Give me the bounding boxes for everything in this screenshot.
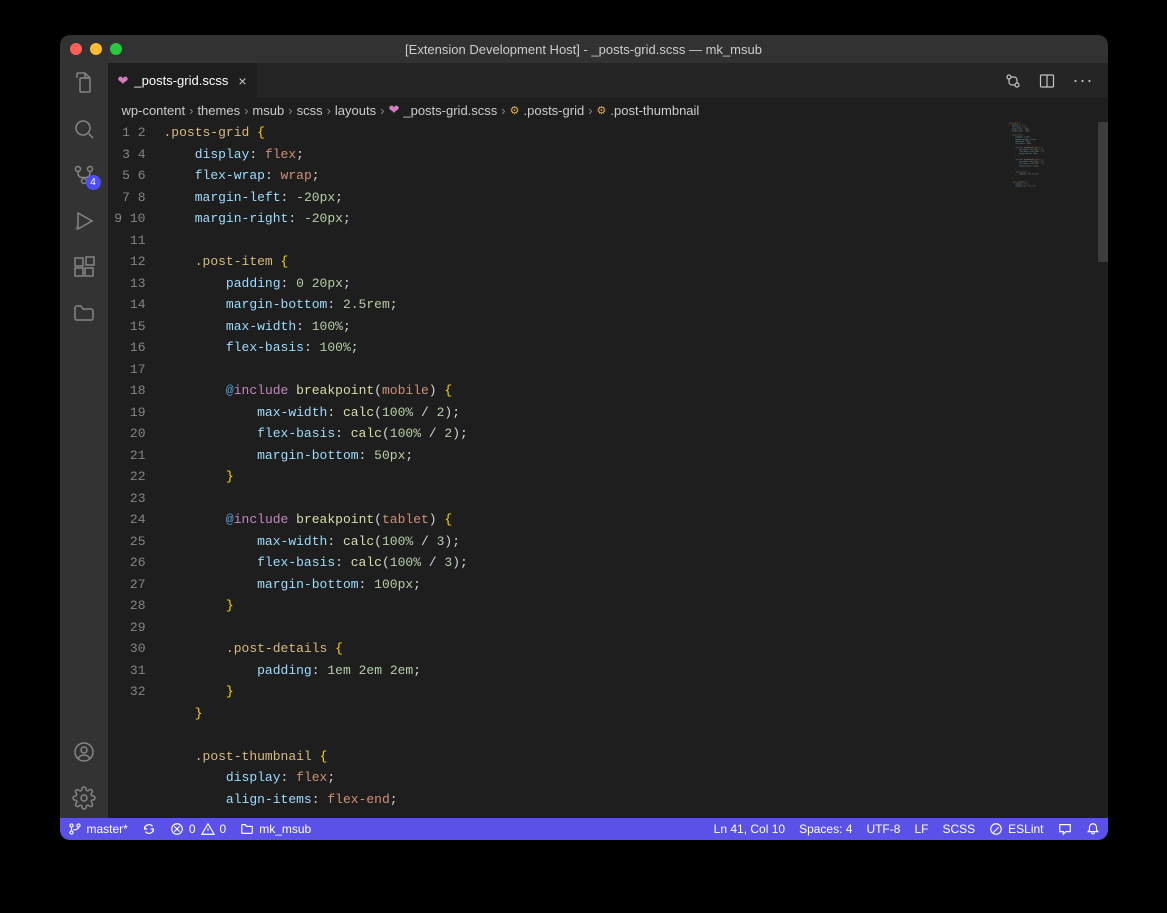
more-actions-icon[interactable]: ··· <box>1073 70 1094 91</box>
folder-icon[interactable] <box>72 301 96 325</box>
editor-split: 1 2 3 4 5 6 7 8 9 10 11 12 13 14 15 16 1… <box>108 122 1108 818</box>
folder-status[interactable]: mk_msub <box>240 822 311 836</box>
scm-badge: 4 <box>86 175 101 190</box>
cursor-position-status[interactable]: Ln 41, Col 10 <box>714 822 785 836</box>
traffic-lights <box>70 43 122 55</box>
breadcrumb-item[interactable]: scss <box>297 103 323 118</box>
code-editor[interactable]: .posts-grid { display: flex; flex-wrap: … <box>164 122 1008 818</box>
breadcrumb-item[interactable]: msub <box>252 103 284 118</box>
chevron-right-icon: › <box>380 103 384 118</box>
symbol-icon: ⚙ <box>510 104 520 117</box>
compare-changes-icon[interactable] <box>1005 73 1021 89</box>
breadcrumb-item[interactable]: wp-content <box>122 103 186 118</box>
encoding-status[interactable]: UTF-8 <box>866 822 900 836</box>
activity-bar: 4 <box>60 63 108 818</box>
split-editor-icon[interactable] <box>1039 73 1055 89</box>
tab-posts-grid[interactable]: ❤ _posts-grid.scss × <box>108 63 258 98</box>
tab-filename: _posts-grid.scss <box>134 73 228 88</box>
status-bar: master* 0 0 mk_msub Ln 41, Col 10 Spaces… <box>60 818 1108 840</box>
main-body: 4 <box>60 63 1108 818</box>
minimap-scrollbar[interactable] <box>1098 122 1108 262</box>
indentation-status[interactable]: Spaces: 4 <box>799 822 852 836</box>
vscode-window: [Extension Development Host] - _posts-gr… <box>60 35 1108 840</box>
minimize-window-button[interactable] <box>90 43 102 55</box>
breadcrumb-item[interactable]: ❤_posts-grid.scss <box>388 102 497 118</box>
run-debug-icon[interactable] <box>72 209 96 233</box>
source-control-icon[interactable]: 4 <box>72 163 96 187</box>
close-tab-icon[interactable]: × <box>238 73 246 89</box>
feedback-icon[interactable] <box>1058 822 1072 836</box>
breadcrumb-item[interactable]: themes <box>197 103 240 118</box>
sass-file-icon: ❤ <box>388 102 399 118</box>
symbol-icon: ⚙ <box>597 104 607 117</box>
line-number-gutter: 1 2 3 4 5 6 7 8 9 10 11 12 13 14 15 16 1… <box>108 122 164 818</box>
search-icon[interactable] <box>72 117 96 141</box>
language-status[interactable]: SCSS <box>942 822 975 836</box>
minimap[interactable]: .posts-grid { display: flex; flex-wrap: … <box>1008 122 1108 818</box>
chevron-right-icon: › <box>501 103 505 118</box>
chevron-right-icon: › <box>288 103 292 118</box>
chevron-right-icon: › <box>244 103 248 118</box>
git-branch-status[interactable]: master* <box>68 822 128 836</box>
maximize-window-button[interactable] <box>110 43 122 55</box>
sync-status[interactable] <box>142 822 156 836</box>
settings-gear-icon[interactable] <box>72 786 96 810</box>
account-icon[interactable] <box>72 740 96 764</box>
close-window-button[interactable] <box>70 43 82 55</box>
breadcrumb-item[interactable]: ⚙.posts-grid <box>510 103 585 118</box>
eol-status[interactable]: LF <box>914 822 928 836</box>
tab-bar-actions: ··· <box>1005 63 1108 98</box>
eslint-status[interactable]: ESLint <box>989 822 1043 836</box>
notifications-icon[interactable] <box>1086 822 1100 836</box>
explorer-icon[interactable] <box>72 71 96 95</box>
chevron-right-icon: › <box>327 103 331 118</box>
problems-status[interactable]: 0 0 <box>170 822 226 836</box>
breadcrumb-item[interactable]: ⚙.post-thumbnail <box>597 103 700 118</box>
breadcrumbs[interactable]: wp-content›themes›msub›scss›layouts›❤_po… <box>108 98 1108 122</box>
titlebar: [Extension Development Host] - _posts-gr… <box>60 35 1108 63</box>
tab-bar: ❤ _posts-grid.scss × ··· <box>108 63 1108 98</box>
window-title: [Extension Development Host] - _posts-gr… <box>60 42 1108 57</box>
editor-area: ❤ _posts-grid.scss × ··· wp-content›them… <box>108 63 1108 818</box>
breadcrumb-item[interactable]: layouts <box>335 103 376 118</box>
sass-file-icon: ❤ <box>118 73 129 89</box>
chevron-right-icon: › <box>189 103 193 118</box>
chevron-right-icon: › <box>588 103 592 118</box>
extensions-icon[interactable] <box>72 255 96 279</box>
